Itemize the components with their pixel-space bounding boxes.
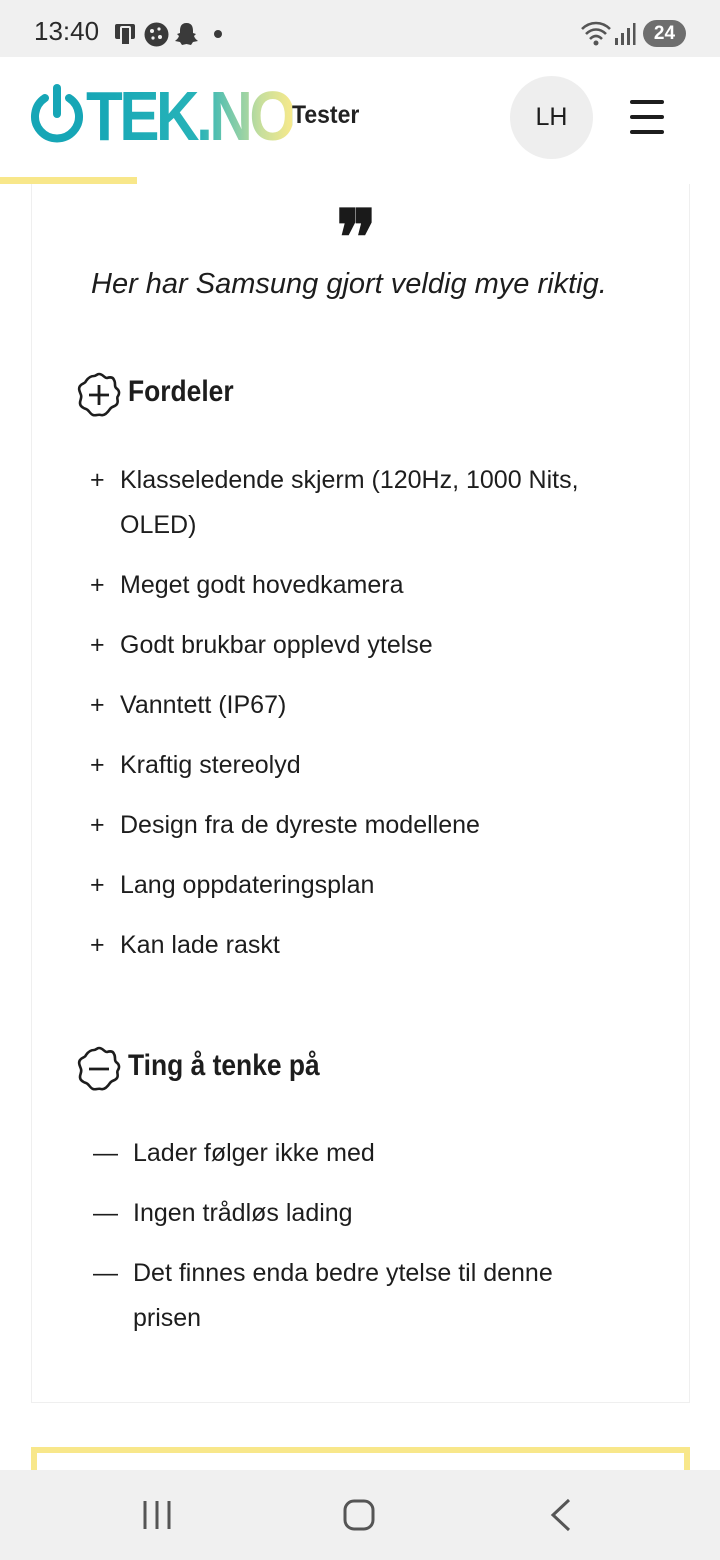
minus-bullet-icon: — xyxy=(93,1199,118,1227)
cons-item: Ingen trådløs lading xyxy=(133,1199,353,1227)
cons-item: prisen xyxy=(133,1304,202,1332)
plus-bullet-icon: + xyxy=(90,691,105,719)
site-logo[interactable]: TEK.NO xyxy=(86,74,296,158)
pros-item: Kraftig stereolyd xyxy=(120,751,301,779)
status-bar: 13:40 24 xyxy=(0,0,720,57)
status-time: 13:40 xyxy=(34,16,100,46)
home-icon xyxy=(343,1499,375,1531)
menu-line-icon xyxy=(630,115,664,119)
system-nav-bar xyxy=(0,1470,720,1560)
recent-apps-button[interactable] xyxy=(98,1470,218,1560)
power-icon[interactable] xyxy=(30,84,84,148)
header-accent-bar xyxy=(0,177,137,184)
battery-icon: 24 xyxy=(643,20,686,47)
back-button[interactable] xyxy=(500,1470,620,1560)
pros-item: Klasseledende skjerm (120Hz, 1000 Nits, xyxy=(120,466,579,494)
wifi-icon xyxy=(581,21,611,46)
plus-bullet-icon: + xyxy=(90,571,105,599)
user-avatar[interactable]: LH xyxy=(510,76,593,159)
snapchat-icon xyxy=(175,23,198,45)
dot-icon xyxy=(214,30,222,38)
pros-item: Godt brukbar opplevd ytelse xyxy=(120,631,433,659)
plus-bullet-icon: + xyxy=(90,631,105,659)
pros-item: Vanntett (IP67) xyxy=(120,691,287,719)
plus-bullet-icon: + xyxy=(90,931,105,959)
recent-apps-icon xyxy=(143,1501,171,1529)
minus-bullet-icon: — xyxy=(93,1139,118,1167)
minus-badge-icon xyxy=(77,1046,121,1091)
quote-icon: ❞ xyxy=(336,193,377,282)
plus-bullet-icon: + xyxy=(90,751,105,779)
menu-line-icon xyxy=(630,100,664,104)
minus-bullet-icon: — xyxy=(93,1259,118,1287)
screen-cast-icon xyxy=(115,24,135,46)
cons-item: Lader følger ikke med xyxy=(133,1139,375,1167)
cons-heading: Ting å tenke på xyxy=(128,1049,320,1082)
pros-item: OLED) xyxy=(120,511,197,539)
cons-item: Det finnes enda bedre ytelse til denne xyxy=(133,1259,553,1287)
menu-line-icon xyxy=(630,130,664,134)
pros-item: Meget godt hovedkamera xyxy=(120,571,404,599)
home-button[interactable] xyxy=(299,1470,419,1560)
review-quote: Her har Samsung gjort veldig mye riktig. xyxy=(91,268,607,300)
plus-bullet-icon: + xyxy=(90,811,105,839)
section-label[interactable]: Tester xyxy=(292,101,359,130)
plus-bullet-icon: + xyxy=(90,871,105,899)
back-icon xyxy=(550,1498,571,1532)
review-summary-card xyxy=(31,184,690,1403)
signal-icon xyxy=(615,23,636,45)
plus-badge-icon xyxy=(77,372,121,417)
hamburger-menu-button[interactable] xyxy=(628,98,668,136)
pros-heading: Fordeler xyxy=(128,375,234,408)
pros-item: Design fra de dyreste modellene xyxy=(120,811,480,839)
plus-bullet-icon: + xyxy=(90,466,105,494)
cookie-icon xyxy=(144,22,169,47)
pros-item: Kan lade raskt xyxy=(120,931,280,959)
pros-item: Lang oppdateringsplan xyxy=(120,871,375,899)
